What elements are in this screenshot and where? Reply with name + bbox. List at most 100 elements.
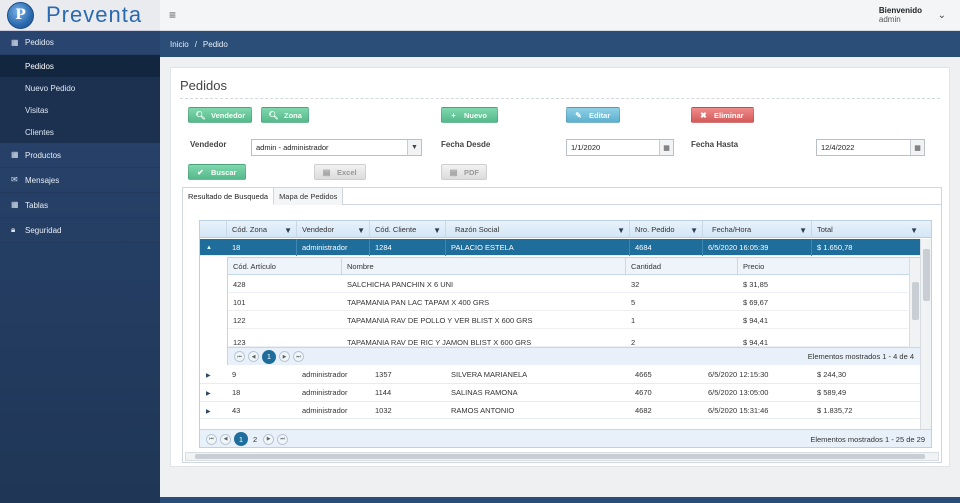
next-page-icon[interactable]: ▶ xyxy=(279,351,290,362)
prev-page-icon[interactable]: ◀ xyxy=(248,351,259,362)
fecha-desde-input[interactable]: 1/1/2020 ▦ xyxy=(566,139,674,156)
sidebar-submenu-pedidos: Pedidos Nuevo Pedido Visitas Clientes xyxy=(0,55,160,143)
collapse-arrow-icon[interactable]: ▲ xyxy=(206,245,212,251)
button-label: Buscar xyxy=(211,167,237,177)
header-total[interactable]: Total ▼ xyxy=(812,221,922,238)
calendar-icon[interactable]: ▦ xyxy=(910,140,924,155)
prev-page-icon[interactable]: ◀ xyxy=(220,433,231,445)
list-item[interactable]: 122 TAPAMANIA RAV DE POLLO Y VER BLIST X… xyxy=(228,311,908,329)
search-vendedor-button[interactable]: 🔍︎ Vendedor xyxy=(188,107,253,123)
first-page-icon[interactable]: ⏮ xyxy=(206,433,217,445)
sidebar-subitem-clientes[interactable]: Clientes xyxy=(0,121,160,143)
table-row-selected[interactable]: ▲ 18 administrador 1284 PALACIO ESTELA 4… xyxy=(200,239,922,256)
header-razon-social[interactable]: Razón Social ▼ xyxy=(446,221,630,238)
cell-nombre: TAPAMANIA PAN LAC TAPAM X 400 GRS xyxy=(347,297,490,307)
table-row[interactable]: ▶ 18 administrador 1144 SALINAS RAMONA 4… xyxy=(200,384,922,402)
main-panel: Pedidos 🔍︎ Vendedor 🔍︎ Zona + Nuevo ✎ Ed… xyxy=(170,67,950,467)
breadcrumb-home[interactable]: Inicio xyxy=(170,40,189,49)
pdf-button[interactable]: ▤ PDF xyxy=(441,164,487,180)
sidebar-subitem-visitas[interactable]: Visitas xyxy=(0,99,160,121)
fecha-hasta-input[interactable]: 12/4/2022 ▦ xyxy=(816,139,925,156)
last-page-icon[interactable]: ⏭ xyxy=(277,433,289,445)
page-button-current[interactable]: 1 xyxy=(234,432,248,446)
grid-scrollbar[interactable] xyxy=(920,239,931,429)
expand-arrow-icon[interactable]: ▶ xyxy=(206,390,211,397)
sidebar-item-productos[interactable]: ▦ Productos xyxy=(0,143,160,168)
cell-total: $ 1.835,72 xyxy=(817,406,853,415)
cell-zona: 18 xyxy=(227,239,297,256)
filter-icon[interactable]: ▼ xyxy=(617,226,625,235)
filter-icon[interactable]: ▼ xyxy=(433,226,441,235)
caret-down-icon[interactable]: ▼ xyxy=(407,140,421,155)
list-item[interactable]: 101 TAPAMANIA PAN LAC TAPAM X 400 GRS 5 … xyxy=(228,293,908,311)
table-icon: ▦ xyxy=(11,37,19,47)
page-button-2[interactable]: 2 xyxy=(253,435,257,444)
tab-resultado-busqueda[interactable]: Resultado de Busqueda xyxy=(183,188,275,205)
sidebar-item-pedidos[interactable]: ▦ Pedidos xyxy=(0,31,160,55)
table-row[interactable]: ▶ 9 administrador 1357 SILVERA MARIANELA… xyxy=(200,366,922,384)
calendar-icon[interactable]: ▦ xyxy=(659,140,673,155)
sidebar-item-seguridad[interactable]: 🔒︎ Seguridad xyxy=(0,218,160,243)
fecha-desde-label: Fecha Desde xyxy=(441,140,491,149)
brand[interactable]: P Preventa xyxy=(0,0,160,31)
list-item[interactable]: 428 SALCHICHA PANCHIN X 6 UNI 32 $ 31,85 xyxy=(228,275,908,293)
chevron-down-icon[interactable]: ⌄ xyxy=(938,10,946,21)
eliminar-button[interactable]: ✖ Eliminar xyxy=(691,107,754,123)
detail-header-precio[interactable]: Precio xyxy=(738,258,908,275)
app-logo-icon: P xyxy=(7,1,34,29)
search-zona-button[interactable]: 🔍︎ Zona xyxy=(261,107,309,123)
sidebar-menu: ▦ Pedidos Pedidos Nuevo Pedido Visitas C… xyxy=(0,31,160,243)
cell-cantidad: 5 xyxy=(631,297,636,307)
header-cod-zona[interactable]: Cód. Zona ▼ xyxy=(227,221,297,238)
next-page-icon[interactable]: ▶ xyxy=(263,433,275,445)
cell-zona: 43 xyxy=(232,406,241,415)
expand-arrow-icon[interactable]: ▶ xyxy=(206,372,211,379)
breadcrumb-separator: / xyxy=(194,39,197,49)
detail-header-cantidad[interactable]: Cantidad xyxy=(626,258,738,275)
grid-pager-info: Elementos mostrados 1 - 25 de 29 xyxy=(810,434,925,444)
filter-icon[interactable]: ▼ xyxy=(799,226,807,235)
first-page-icon[interactable]: ⏮ xyxy=(234,351,245,362)
cell-precio: $ 94,41 xyxy=(743,337,769,347)
detail-header-codigo[interactable]: Cód. Artículo xyxy=(228,258,342,275)
header-fecha-hora[interactable]: Fecha/Hora ▼ xyxy=(703,221,812,238)
page-button-current[interactable]: 1 xyxy=(262,349,276,364)
table-row[interactable]: ▶ 43 administrador 1032 RAMOS ANTONIO 46… xyxy=(200,402,922,419)
footer-bar xyxy=(160,497,960,503)
sidebar-item-mensajes[interactable]: ✉ Mensajes xyxy=(0,168,160,193)
buscar-button[interactable]: ✔ Buscar xyxy=(188,164,246,180)
header-vendedor[interactable]: Vendedor ▼ xyxy=(297,221,370,238)
filter-icon[interactable]: ▼ xyxy=(910,226,918,235)
editar-button[interactable]: ✎ Editar xyxy=(566,107,620,123)
tab-mapa-pedidos[interactable]: Mapa de Pedidos xyxy=(274,188,344,205)
list-item[interactable]: 123 TAPAMANIA RAV DE RIC Y JAMON BLIST X… xyxy=(228,329,908,347)
app-title: Preventa xyxy=(46,2,143,27)
scroll-thumb[interactable] xyxy=(195,454,925,459)
sidebar-item-label: Seguridad xyxy=(25,225,62,235)
detail-scrollbar[interactable] xyxy=(909,258,920,347)
cell-precio: $ 69,67 xyxy=(743,297,769,307)
horizontal-scrollbar[interactable] xyxy=(185,452,939,461)
cell-cantidad: 2 xyxy=(631,337,636,347)
detail-header-nombre[interactable]: Nombre xyxy=(342,258,626,275)
user-menu[interactable]: Bienvenido admin xyxy=(879,6,922,24)
title-divider xyxy=(180,98,940,99)
filter-icon[interactable]: ▼ xyxy=(357,226,365,235)
hamburger-menu-icon[interactable]: ≡ xyxy=(169,8,176,22)
header-nro-pedido[interactable]: Nro. Pedido ▼ xyxy=(630,221,703,238)
order-detail-grid: Cód. Artículo Nombre Cantidad Precio 428… xyxy=(227,257,921,365)
expand-arrow-icon[interactable]: ▶ xyxy=(206,408,211,415)
vendedor-select[interactable]: admin - administrador ▼ xyxy=(251,139,422,156)
header-cod-cliente[interactable]: Cód. Cliente ▼ xyxy=(370,221,446,238)
sidebar-subitem-nuevo-pedido[interactable]: Nuevo Pedido xyxy=(0,77,160,99)
scroll-thumb[interactable] xyxy=(912,282,919,320)
excel-button[interactable]: ▤ Excel xyxy=(314,164,366,180)
nuevo-button[interactable]: + Nuevo xyxy=(441,107,498,123)
scroll-thumb[interactable] xyxy=(923,249,930,301)
filter-icon[interactable]: ▼ xyxy=(690,226,698,235)
filter-icon[interactable]: ▼ xyxy=(284,226,292,235)
last-page-icon[interactable]: ⏭ xyxy=(293,351,304,362)
sidebar-item-tablas[interactable]: ▦ Tablas xyxy=(0,193,160,218)
sidebar-subitem-pedidos[interactable]: Pedidos xyxy=(0,55,160,77)
detail-pager: ⏮ ◀ 1 ▶ ⏭ Elementos mostrados 1 - 4 de 4 xyxy=(228,347,920,365)
